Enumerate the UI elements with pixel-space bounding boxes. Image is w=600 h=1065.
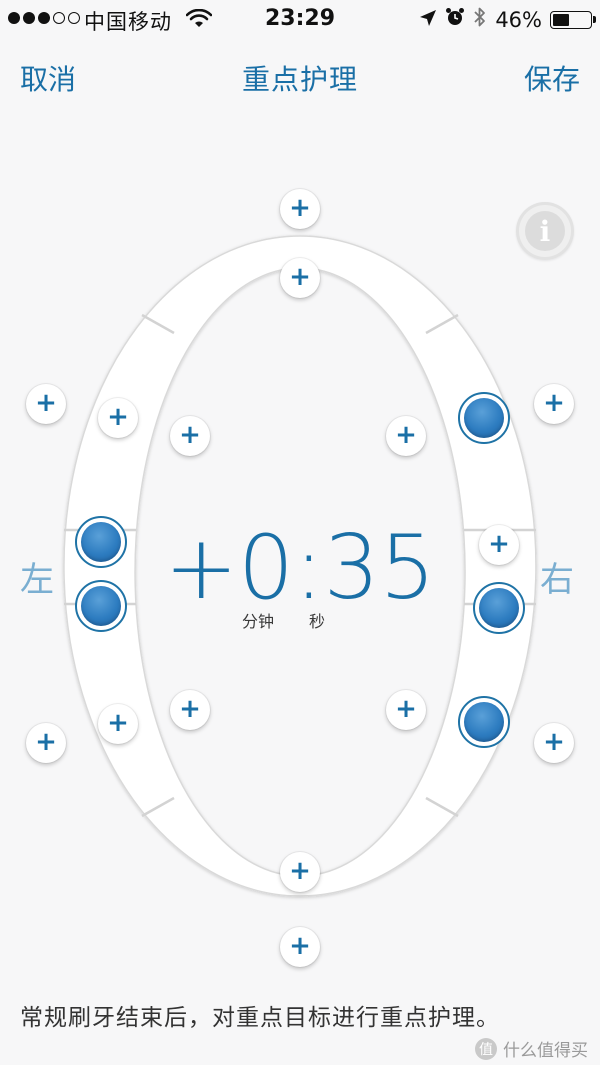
- add-zone-upper-left-outer-button[interactable]: +: [26, 384, 66, 424]
- plus-icon: +: [289, 856, 311, 886]
- add-zone-upper-front-outer-button[interactable]: +: [280, 189, 320, 229]
- add-zone-upper-left-inner-button[interactable]: +: [170, 416, 210, 456]
- add-zone-lower-left-top-button[interactable]: +: [98, 704, 138, 744]
- watermark-text: 什么值得买: [503, 1041, 588, 1061]
- add-zone-upper-front-inner-button[interactable]: +: [280, 258, 320, 298]
- add-zone-lower-left-outer-button[interactable]: +: [26, 723, 66, 763]
- plus-icon: +: [35, 727, 57, 757]
- add-zone-lower-right-inner-button[interactable]: +: [386, 690, 426, 730]
- description-text: 常规刷牙结束后，对重点目标进行重点护理。: [20, 1005, 500, 1031]
- plus-icon: +: [107, 708, 129, 738]
- add-zone-upper-left-top-button[interactable]: +: [98, 398, 138, 438]
- add-zone-lower-right-outer-button[interactable]: +: [534, 723, 574, 763]
- watermark-logo-icon: 值: [475, 1037, 497, 1060]
- plus-icon: +: [107, 402, 129, 432]
- selected-zone-dot: [464, 702, 504, 742]
- add-zone-lower-front-outer-button[interactable]: +: [280, 927, 320, 967]
- selected-zone-upper-right[interactable]: [458, 392, 510, 444]
- plus-icon: +: [179, 420, 201, 450]
- plus-icon: +: [543, 388, 565, 418]
- extra-time-display: +0:35 分钟 秒: [0, 516, 600, 632]
- add-zone-upper-right-inner-button[interactable]: +: [386, 416, 426, 456]
- plus-icon: +: [543, 727, 565, 757]
- plus-icon: +: [35, 388, 57, 418]
- plus-icon: +: [289, 262, 311, 292]
- plus-icon: +: [179, 694, 201, 724]
- add-zone-lower-left-inner-button[interactable]: +: [170, 690, 210, 730]
- plus-icon: +: [395, 694, 417, 724]
- selected-zone-lower-right[interactable]: [458, 696, 510, 748]
- mouth-zone-diagram: + + + + + + + + + + + + + + + 左 右 +0:35 …: [0, 0, 600, 1065]
- plus-icon: +: [289, 931, 311, 961]
- plus-icon: +: [395, 420, 417, 450]
- selected-zone-dot: [464, 398, 504, 438]
- minutes-unit-label: 分钟: [242, 612, 275, 631]
- seconds-unit-label: 秒: [309, 612, 326, 631]
- plus-icon: +: [289, 193, 311, 223]
- extra-time-value: +0:35: [164, 516, 436, 619]
- add-zone-lower-front-inner-button[interactable]: +: [280, 852, 320, 892]
- add-zone-upper-right-outer-button[interactable]: +: [534, 384, 574, 424]
- watermark: 值 什么值得买: [475, 1036, 588, 1061]
